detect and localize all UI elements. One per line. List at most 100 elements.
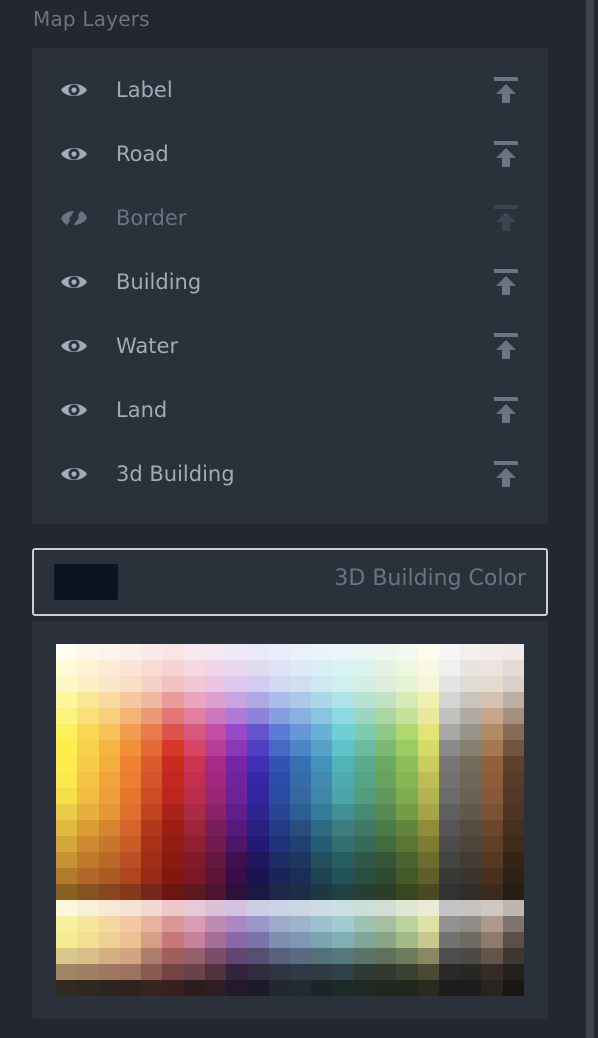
- palette-color-cell[interactable]: [119, 692, 142, 708]
- palette-color-cell[interactable]: [396, 868, 418, 884]
- palette-color-cell[interactable]: [247, 676, 269, 692]
- palette-color-cell[interactable]: [141, 868, 163, 884]
- palette-color-cell[interactable]: [56, 884, 78, 900]
- palette-color-cell[interactable]: [332, 836, 354, 852]
- layer-row[interactable]: 3d Building: [32, 442, 548, 506]
- palette-color-cell[interactable]: [56, 804, 78, 820]
- palette-color-cell[interactable]: [396, 820, 418, 836]
- palette-color-cell[interactable]: [98, 852, 120, 868]
- palette-color-cell[interactable]: [374, 900, 397, 916]
- palette-color-cell[interactable]: [374, 708, 397, 724]
- palette-color-cell[interactable]: [119, 676, 142, 692]
- palette-color-cell[interactable]: [77, 884, 99, 900]
- palette-color-cell[interactable]: [268, 788, 290, 804]
- palette-color-cell[interactable]: [162, 916, 184, 932]
- palette-color-cell[interactable]: [289, 852, 312, 868]
- palette-color-cell[interactable]: [311, 708, 333, 724]
- palette-color-cell[interactable]: [77, 948, 99, 964]
- palette-color-cell[interactable]: [119, 804, 142, 820]
- palette-color-cell[interactable]: [438, 948, 461, 964]
- palette-color-cell[interactable]: [226, 916, 248, 932]
- palette-color-cell[interactable]: [162, 692, 184, 708]
- palette-color-cell[interactable]: [481, 676, 503, 692]
- palette-color-cell[interactable]: [289, 980, 312, 996]
- palette-color-cell[interactable]: [396, 644, 418, 660]
- palette-color-cell[interactable]: [98, 676, 120, 692]
- palette-color-cell[interactable]: [141, 788, 163, 804]
- palette-color-cell[interactable]: [162, 724, 184, 740]
- palette-color-cell[interactable]: [98, 660, 120, 676]
- palette-color-cell[interactable]: [247, 660, 269, 676]
- palette-color-cell[interactable]: [438, 772, 461, 788]
- palette-color-cell[interactable]: [226, 676, 248, 692]
- palette-color-cell[interactable]: [204, 868, 227, 884]
- palette-color-cell[interactable]: [460, 676, 482, 692]
- palette-color-cell[interactable]: [417, 980, 439, 996]
- palette-color-cell[interactable]: [77, 836, 99, 852]
- palette-color-cell[interactable]: [332, 708, 354, 724]
- palette-color-cell[interactable]: [502, 788, 524, 804]
- palette-color-cell[interactable]: [353, 964, 375, 980]
- palette-color-cell[interactable]: [119, 964, 142, 980]
- palette-color-cell[interactable]: [417, 884, 439, 900]
- palette-color-cell[interactable]: [98, 868, 120, 884]
- palette-color-cell[interactable]: [247, 900, 269, 916]
- palette-color-cell[interactable]: [353, 740, 375, 756]
- palette-color-cell[interactable]: [162, 852, 184, 868]
- palette-color-cell[interactable]: [268, 644, 290, 660]
- palette-color-cell[interactable]: [460, 900, 482, 916]
- palette-color-cell[interactable]: [183, 740, 205, 756]
- palette-color-cell[interactable]: [438, 660, 461, 676]
- palette-color-cell[interactable]: [502, 708, 524, 724]
- palette-color-cell[interactable]: [162, 836, 184, 852]
- palette-color-cell[interactable]: [417, 676, 439, 692]
- palette-color-cell[interactable]: [332, 980, 354, 996]
- palette-color-cell[interactable]: [438, 884, 461, 900]
- palette-color-cell[interactable]: [141, 820, 163, 836]
- palette-color-cell[interactable]: [141, 724, 163, 740]
- palette-color-cell[interactable]: [353, 932, 375, 948]
- palette-color-cell[interactable]: [226, 948, 248, 964]
- palette-color-cell[interactable]: [481, 772, 503, 788]
- palette-color-cell[interactable]: [56, 772, 78, 788]
- palette-color-cell[interactable]: [98, 724, 120, 740]
- palette-color-cell[interactable]: [481, 740, 503, 756]
- move-to-top-icon[interactable]: [493, 332, 519, 360]
- palette-color-cell[interactable]: [268, 932, 290, 948]
- palette-color-cell[interactable]: [460, 884, 482, 900]
- layer-row[interactable]: Land: [32, 378, 548, 442]
- move-to-top-icon[interactable]: [493, 140, 519, 168]
- palette-color-cell[interactable]: [417, 724, 439, 740]
- palette-color-cell[interactable]: [460, 772, 482, 788]
- palette-color-cell[interactable]: [374, 660, 397, 676]
- palette-color-cell[interactable]: [481, 964, 503, 980]
- palette-color-cell[interactable]: [162, 756, 184, 772]
- palette-color-cell[interactable]: [98, 804, 120, 820]
- palette-color-cell[interactable]: [56, 708, 78, 724]
- move-to-top-icon[interactable]: [493, 460, 519, 488]
- palette-color-cell[interactable]: [460, 852, 482, 868]
- palette-color-cell[interactable]: [396, 836, 418, 852]
- palette-color-cell[interactable]: [396, 932, 418, 948]
- palette-color-cell[interactable]: [162, 932, 184, 948]
- palette-color-cell[interactable]: [417, 804, 439, 820]
- palette-color-cell[interactable]: [460, 660, 482, 676]
- palette-color-cell[interactable]: [268, 884, 290, 900]
- palette-color-cell[interactable]: [141, 900, 163, 916]
- palette-color-cell[interactable]: [162, 644, 184, 660]
- palette-color-cell[interactable]: [396, 964, 418, 980]
- palette-color-cell[interactable]: [247, 884, 269, 900]
- palette-color-cell[interactable]: [502, 964, 524, 980]
- palette-color-cell[interactable]: [481, 724, 503, 740]
- palette-color-cell[interactable]: [226, 884, 248, 900]
- palette-color-cell[interactable]: [119, 932, 142, 948]
- palette-color-cell[interactable]: [268, 948, 290, 964]
- move-to-top-icon[interactable]: [493, 204, 519, 232]
- layer-row[interactable]: Label: [32, 58, 548, 122]
- palette-color-cell[interactable]: [417, 948, 439, 964]
- palette-color-cell[interactable]: [247, 644, 269, 660]
- selected-color-swatch[interactable]: [54, 564, 118, 600]
- palette-color-cell[interactable]: [98, 788, 120, 804]
- palette-color-cell[interactable]: [396, 884, 418, 900]
- palette-color-cell[interactable]: [268, 916, 290, 932]
